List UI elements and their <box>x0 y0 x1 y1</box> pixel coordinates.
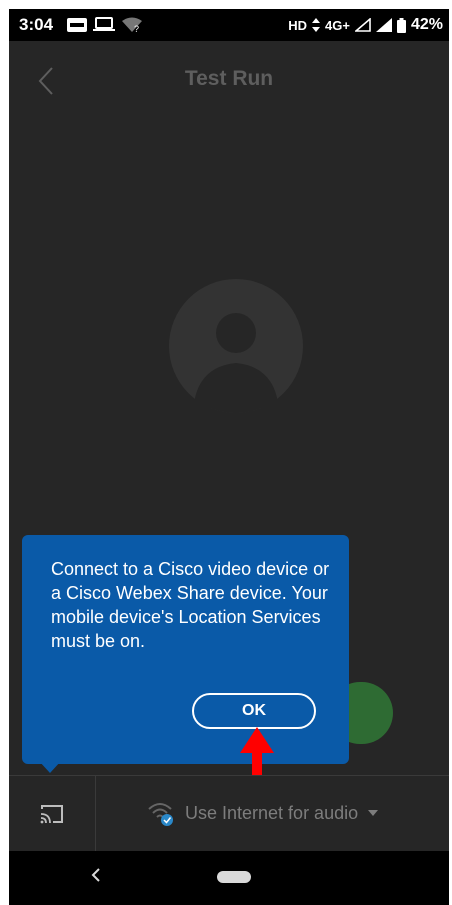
laptop-icon <box>93 17 115 31</box>
info-tooltip: Connect to a Cisco video device or a Cis… <box>22 535 349 764</box>
ok-button[interactable]: OK <box>192 693 316 729</box>
signal-full-icon <box>375 18 392 32</box>
user-avatar-icon <box>193 313 279 413</box>
status-right: HD 4G+ 42% <box>288 16 443 34</box>
notification-app-icon <box>67 18 87 32</box>
data-arrows-icon <box>312 18 321 32</box>
page-title: Test Run <box>184 67 274 90</box>
caret-down-icon <box>368 810 379 816</box>
wifi-question-icon: ? <box>122 17 142 33</box>
status-bar: 3:04 ? HD 4G+ 42% <box>9 9 449 41</box>
cast-icon <box>40 805 63 824</box>
wifi-audio-icon <box>148 803 173 826</box>
battery-percent: 42% <box>410 16 443 33</box>
audio-selector[interactable]: Use Internet for audio <box>147 800 379 826</box>
app-screen: 3:04 ? HD 4G+ 42% Test Run Connect to a … <box>9 9 449 905</box>
network-4g-label: 4G+ <box>325 17 350 33</box>
avatar <box>169 279 303 413</box>
signal-outline-icon <box>354 18 371 32</box>
status-time: 3:04 <box>19 15 54 34</box>
network-hd-label: HD <box>288 17 308 33</box>
battery-icon <box>396 17 406 33</box>
cast-button[interactable] <box>9 776 96 852</box>
tooltip-message: Connect to a Cisco video device or a Cis… <box>51 559 330 651</box>
nav-home-button[interactable] <box>217 871 251 883</box>
audio-label: Use Internet for audio <box>185 802 359 823</box>
tooltip-pointer <box>39 761 61 773</box>
system-nav-bar <box>9 851 449 905</box>
bottom-bar: Use Internet for audio <box>9 775 449 852</box>
svg-text:?: ? <box>134 24 139 33</box>
nav-back-icon[interactable] <box>89 865 103 885</box>
